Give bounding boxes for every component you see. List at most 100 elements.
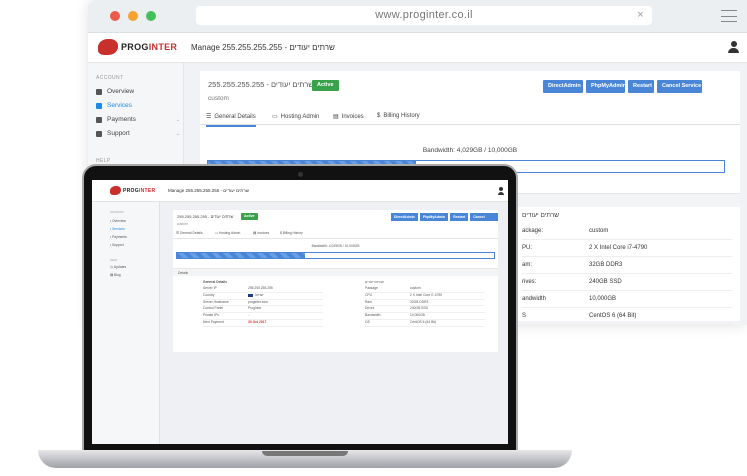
brand-logo[interactable]: PROGINTER xyxy=(98,39,177,55)
sidebar-item-label: Services xyxy=(112,227,125,231)
spec-value: 2 X Intel Core i7-4790 xyxy=(410,292,443,297)
tab-label: Invoices xyxy=(257,231,270,235)
tab-general-details[interactable]: ☰ General Details xyxy=(206,113,256,127)
spec-key: Bandwidth xyxy=(365,313,381,318)
sidebar-item-payments[interactable]: Payments ⌄ xyxy=(96,113,180,127)
spec-key: Drives xyxy=(365,306,375,311)
sidebar-item-label: Payments xyxy=(112,235,127,239)
tab-invoices[interactable]: ▤ Invoices xyxy=(333,113,364,121)
action-buttons: DirectAdmin PhpMyAdmin Restart Cancel Se… xyxy=(543,80,702,93)
spec-row: Package custom xyxy=(365,286,485,293)
invoice-icon: ▤ xyxy=(253,231,257,235)
tab-general-details[interactable]: ☰ General Details xyxy=(176,231,203,235)
general-row: Control Panel Proginter xyxy=(203,306,323,314)
user-icon[interactable] xyxy=(498,187,504,195)
wallet-icon: ▪ xyxy=(110,235,112,239)
page-title: Manage 255.255.255.255 - שרתים יעודים xyxy=(191,43,335,52)
general-value: ישראל xyxy=(255,292,264,297)
spec-row: am: 32GB DDR3 xyxy=(522,257,732,274)
sidebar-item-support[interactable]: Support ⌄ xyxy=(96,127,180,141)
sidebar-heading-account: ACCOUNT xyxy=(110,210,124,214)
tab-bar: ☰ General Details ▭ Hosting Admin ▤ Invo… xyxy=(173,229,498,239)
sidebar-item-support[interactable]: ▪ Support xyxy=(110,243,124,247)
tab-bar: ☰ General Details ▭ Hosting Admin ▤ Invoice… xyxy=(200,109,740,127)
sidebar-item-label: Support xyxy=(112,243,124,247)
restart-button[interactable]: Restart xyxy=(450,213,469,221)
service-subtitle: custom xyxy=(177,222,188,226)
spec-row: Bandwidth 10,000GB xyxy=(365,313,485,320)
general-value: - xyxy=(248,313,250,318)
monitor-icon: ▭ xyxy=(272,114,278,120)
close-icon[interactable]: × xyxy=(637,6,644,25)
list-icon: ☰ xyxy=(176,231,179,235)
spec-row: ackage: custom xyxy=(522,223,732,240)
sidebar-item-payments[interactable]: ▪ Payments xyxy=(110,235,127,239)
phpmyadmin-button[interactable]: PhpMyAdmin xyxy=(419,213,449,221)
maximize-window-dot[interactable] xyxy=(146,11,156,21)
spec-value: 10,000GB xyxy=(589,296,617,302)
tab-billing-history[interactable]: $ Billing History xyxy=(377,113,420,119)
mail-icon xyxy=(96,131,102,137)
sidebar-item-label: Overview xyxy=(112,219,126,223)
sidebar: ACCOUNT ▪ Overview ▪ Services ▪ Payments… xyxy=(92,202,160,444)
tab-label: General Details xyxy=(214,113,256,120)
general-row: Server Hostname proginter.com xyxy=(203,300,323,307)
spec-key: Package xyxy=(365,286,378,290)
dollar-icon: $ xyxy=(280,231,282,235)
general-key: Country xyxy=(203,292,215,297)
tab-label: Invoices xyxy=(341,113,364,120)
sidebar-item-label: Support xyxy=(107,130,130,137)
brand-logo[interactable]: PROGINTER xyxy=(110,186,155,195)
tab-billing-history[interactable]: $ Billing History xyxy=(280,231,303,235)
spec-key: rives: xyxy=(522,279,537,285)
tab-label: General Details xyxy=(179,231,203,235)
phpmyadmin-button[interactable]: PhpMyAdmin xyxy=(586,80,626,93)
tab-hosting-admin[interactable]: ▭ Hosting Admin xyxy=(272,113,320,121)
sidebar-item-services[interactable]: ▪ Services xyxy=(110,227,125,231)
general-value: 255.255.255.255 xyxy=(248,286,273,290)
status-badge: Active xyxy=(241,213,258,220)
tab-label: Hosting Admin xyxy=(280,113,320,120)
spec-row: Ram 32GB DDR3 xyxy=(365,300,485,307)
sidebar-item-overview[interactable]: ▪ Overview xyxy=(110,219,126,223)
chevron-down-icon: ⌄ xyxy=(175,117,180,123)
sidebar-item-overview[interactable]: Overview xyxy=(96,85,180,99)
flag-icon xyxy=(248,293,253,297)
service-subtitle: custom xyxy=(208,95,229,102)
close-window-dot[interactable] xyxy=(110,11,120,21)
spec-key: OS xyxy=(365,319,370,324)
sidebar-heading-help: HELP xyxy=(110,258,118,262)
sidebar-item-label: Services xyxy=(107,102,132,109)
eagle-logo-icon xyxy=(110,186,121,195)
brand-suffix: INTER xyxy=(138,187,156,194)
general-row: Server IP 255.255.255.255 xyxy=(203,286,323,293)
user-icon[interactable] xyxy=(728,41,739,54)
sidebar-item-services[interactable]: Services xyxy=(96,99,180,113)
spec-key: CPU xyxy=(365,292,372,297)
details-heading: Details xyxy=(178,271,189,275)
blog-icon: ▤ xyxy=(110,273,114,277)
directadmin-button[interactable]: DirectAdmin xyxy=(391,213,418,221)
cancel-service-button[interactable]: Cancel Service xyxy=(657,80,702,93)
invoice-icon: ▤ xyxy=(333,114,339,120)
service-title: שרתים יעודים - 255.255.255.255 xyxy=(177,214,234,219)
restart-button[interactable]: Restart xyxy=(628,80,654,93)
camera-icon xyxy=(298,172,303,177)
cancel-service-button[interactable]: Cancel Service xyxy=(470,213,498,227)
tab-hosting-admin[interactable]: ▭ Hosting Admin xyxy=(215,231,240,235)
directadmin-button[interactable]: DirectAdmin xyxy=(543,80,583,93)
tab-invoices[interactable]: ▤ Invoices xyxy=(253,231,269,235)
sidebar-item-blog[interactable]: ▤ Blog xyxy=(110,273,121,277)
menu-icon[interactable] xyxy=(721,10,737,22)
minimize-window-dot[interactable] xyxy=(128,11,138,21)
status-badge: Active xyxy=(312,80,339,91)
spec-row: Drives 240GB SSD xyxy=(365,306,485,314)
address-bar[interactable]: www.proginter.co.il × xyxy=(196,6,652,25)
general-key: Next Payment xyxy=(203,319,224,324)
sidebar-item-updates[interactable]: ◷ Updates xyxy=(110,265,126,269)
laptop-screen: PROGINTER Manage 255.255.255.255 - שרתים… xyxy=(92,180,508,444)
grid-icon xyxy=(96,89,102,95)
spec-row: S CentOS 6 (64 Bit) xyxy=(522,308,732,325)
brand-prefix: PROG xyxy=(123,187,139,194)
spec-row: OS CentOS 6 (64 Bit) xyxy=(365,320,485,327)
